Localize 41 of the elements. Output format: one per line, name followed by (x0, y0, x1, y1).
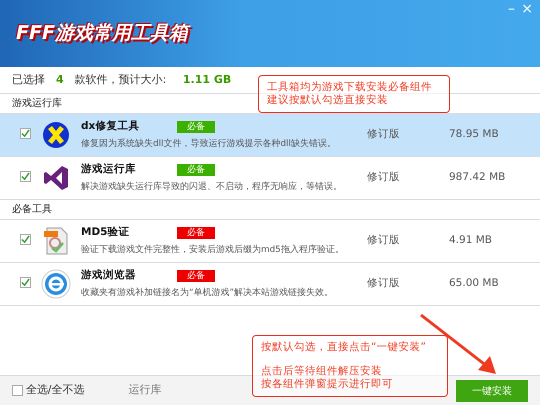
item-description: 收藏夹有游戏补加链接名为“单机游戏”解决本站游戏链接失效。 (81, 286, 334, 300)
item-description: 验证下载游戏文件完整性，安装后游戏后缀为md5拖入程序验证。 (81, 244, 344, 257)
list-item[interactable]: MD5验证 必备 验证下载游戏文件完整性，安装后游戏后缀为md5拖入程序验证。 修订版 4.91 MB (0, 220, 540, 263)
item-name: MD5验证 (81, 224, 130, 240)
item-description: 修复因为系统缺失dll文件，导致运行游戏提示各种dll缺失错误。 (81, 138, 336, 151)
select-all-checkbox[interactable] (12, 385, 23, 396)
checkbox[interactable] (20, 128, 31, 139)
checkbox[interactable] (20, 170, 31, 182)
tag: 必备 (177, 164, 215, 176)
item-name: 游戏浏览器 (81, 268, 137, 283)
checkbox[interactable] (20, 234, 31, 245)
callout-note: 工具箱均为游戏下载安装必备组件 建议按默认勾选直接安装 (258, 75, 450, 113)
list-item[interactable]: 游戏运行库 必备 解决游戏缺失运行库导致的闪退、不启动，程序无响应，等错误。 修订版 987.42 MB (0, 157, 540, 200)
item-version: 修订版 (366, 127, 401, 142)
list-item[interactable]: dx修复工具 必备 修复因为系统缺失dll文件，导致运行游戏提示各种dll缺失错误。 修订版 78.95 MB (0, 114, 540, 157)
browser-icon (41, 269, 71, 299)
tag: 必备 (177, 120, 215, 133)
item-size: 987.42 MB (449, 170, 506, 186)
category-label: 运行库 (128, 382, 162, 398)
selected-count: 4 (56, 72, 64, 88)
callout-note: 按默认勾选，直接点击“一键安装” 点击后等待组件解压安装 按各组件弹窗提示进行即可 (252, 335, 448, 397)
ribbon-logo-icon (41, 163, 71, 193)
checkbox[interactable] (20, 276, 31, 288)
total-size: 1.11 GB (182, 72, 232, 88)
size-label: 款软件，预计大小: (74, 72, 166, 88)
tag: 必备 (177, 226, 215, 239)
tag: 必备 (177, 270, 215, 282)
item-version: 修订版 (366, 276, 401, 292)
x-logo-icon (41, 120, 71, 150)
item-name: 游戏运行库 (81, 162, 137, 177)
item-size: 65.00 MB (449, 276, 499, 292)
item-size: 78.95 MB (449, 127, 499, 142)
item-name: dx修复工具 (81, 118, 140, 134)
item-description: 解决游戏缺失运行库导致的闪退、不启动，程序无响应，等错误。 (81, 180, 342, 194)
item-size: 4.91 MB (449, 233, 492, 248)
item-version: 修订版 (366, 170, 401, 186)
item-version: 修订版 (366, 233, 401, 248)
select-all-label[interactable]: 全选/全不选 (26, 382, 84, 399)
list-item[interactable]: 游戏浏览器 必备 收藏夹有游戏补加链接名为“单机游戏”解决本站游戏链接失效。 修订版 65.00 MB (0, 263, 540, 306)
section-title: 必备工具 (0, 200, 540, 220)
selected-label: 已选择 (12, 72, 45, 88)
